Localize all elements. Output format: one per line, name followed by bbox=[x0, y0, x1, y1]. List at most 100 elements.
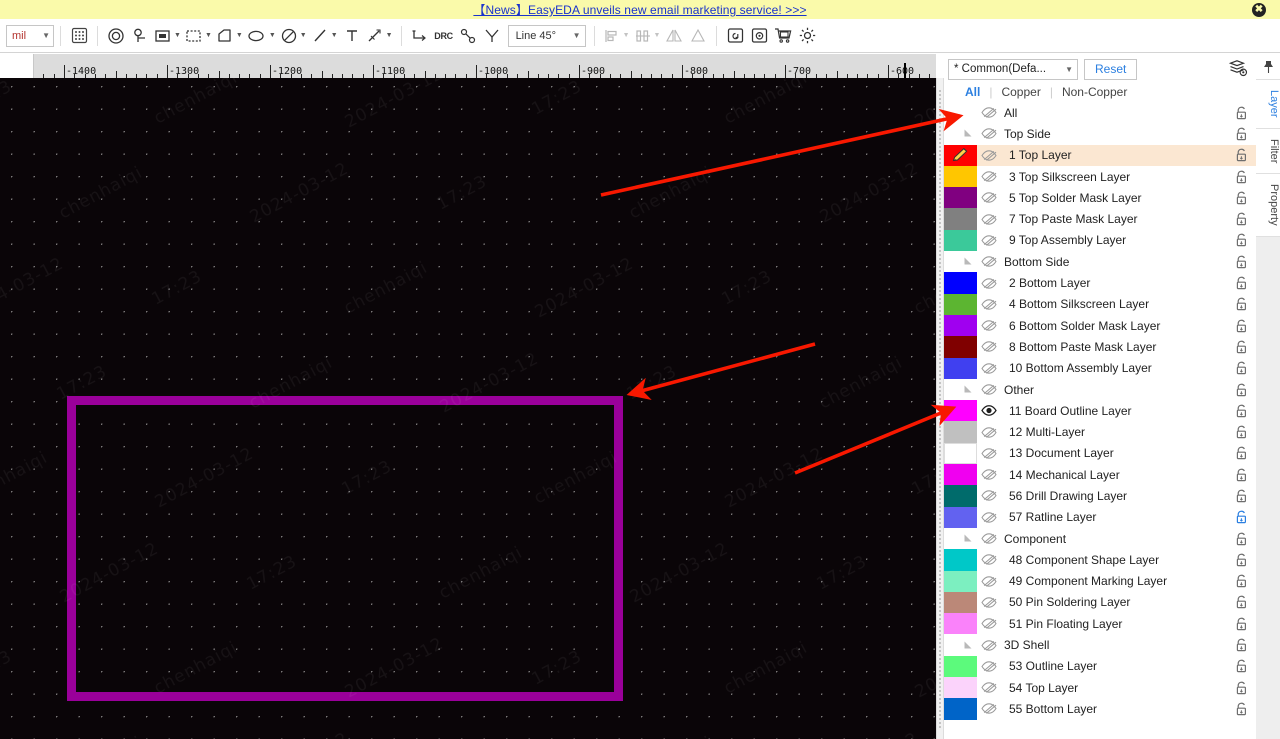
measure-icon[interactable] bbox=[456, 23, 480, 49]
expander-icon[interactable] bbox=[944, 251, 977, 272]
filter-tab-all[interactable]: All bbox=[956, 85, 989, 99]
dimension-icon[interactable]: ▼ bbox=[364, 23, 395, 49]
ellipse-icon[interactable]: ▼ bbox=[245, 23, 278, 49]
tab-layer[interactable]: Layer bbox=[1256, 80, 1280, 129]
expander-icon[interactable] bbox=[944, 634, 977, 655]
lock-open-icon[interactable] bbox=[1226, 701, 1256, 717]
layer-row-top-silkscreen-layer[interactable]: 3 Top Silkscreen Layer bbox=[944, 165, 1256, 188]
layer-row-ratline-layer[interactable]: 57 Ratline Layer bbox=[944, 506, 1256, 528]
eye-hidden-icon[interactable] bbox=[977, 170, 1001, 183]
layer-color-swatch[interactable] bbox=[944, 144, 977, 166]
layer-color-swatch[interactable] bbox=[944, 336, 977, 358]
lock-open-icon[interactable] bbox=[1226, 360, 1256, 376]
layer-row-component[interactable]: Component bbox=[944, 528, 1256, 549]
lock-open-icon[interactable] bbox=[1226, 403, 1256, 419]
lock-open-icon[interactable] bbox=[1226, 190, 1256, 206]
folder-save-icon[interactable] bbox=[747, 23, 771, 49]
eye-hidden-icon[interactable] bbox=[977, 702, 1001, 715]
flip-vertical-icon[interactable] bbox=[686, 23, 710, 49]
lock-open-icon[interactable] bbox=[1226, 467, 1256, 483]
layer-row-bottom-solder-mask-layer[interactable]: 6 Bottom Solder Mask Layer bbox=[944, 314, 1256, 337]
eye-hidden-icon[interactable] bbox=[977, 383, 1001, 396]
layer-color-swatch[interactable] bbox=[944, 591, 977, 614]
layer-row-other[interactable]: Other bbox=[944, 379, 1256, 400]
eye-hidden-icon[interactable] bbox=[977, 127, 1001, 140]
lock-open-icon[interactable] bbox=[1226, 658, 1256, 674]
flip-horizontal-icon[interactable] bbox=[662, 23, 686, 49]
line-mode-select[interactable]: Line 45° ▼ bbox=[507, 24, 586, 47]
eye-hidden-icon[interactable] bbox=[977, 489, 1001, 502]
layer-row-bottom-silkscreen-layer[interactable]: 4 Bottom Silkscreen Layer bbox=[944, 293, 1256, 315]
eye-hidden-icon[interactable] bbox=[977, 340, 1001, 353]
layer-row-all[interactable]: All bbox=[944, 102, 1256, 123]
board-outline-rect[interactable] bbox=[67, 396, 623, 701]
eye-hidden-icon[interactable] bbox=[977, 447, 1001, 460]
pin-icon[interactable] bbox=[1256, 54, 1280, 80]
layer-color-swatch[interactable] bbox=[944, 272, 977, 294]
hole-icon[interactable]: ▼ bbox=[278, 23, 309, 49]
layer-row-bottom-layer[interactable]: 2 Bottom Layer bbox=[944, 272, 1256, 294]
lock-open-icon[interactable] bbox=[1226, 318, 1256, 334]
eye-hidden-icon[interactable] bbox=[977, 596, 1001, 609]
lock-open-icon[interactable] bbox=[1226, 445, 1256, 461]
eye-hidden-icon[interactable] bbox=[977, 639, 1001, 652]
layer-row-board-outline-layer[interactable]: 11 Board Outline Layer bbox=[944, 400, 1256, 422]
layer-color-swatch[interactable] bbox=[944, 314, 977, 337]
horizontal-ruler[interactable]: -1400 -1300 -1200 -1100 -1000 -900 -800 -700 -60… bbox=[34, 54, 936, 78]
layer-row-top-solder-mask-layer[interactable]: 5 Top Solder Mask Layer bbox=[944, 187, 1256, 209]
lock-open-icon[interactable] bbox=[1226, 573, 1256, 589]
layer-color-swatch[interactable] bbox=[944, 698, 977, 720]
eye-hidden-icon[interactable] bbox=[977, 532, 1001, 545]
eye-hidden-icon[interactable] bbox=[977, 149, 1001, 162]
layer-row-pin-floating-layer[interactable]: 51 Pin Floating Layer bbox=[944, 613, 1256, 635]
layer-list[interactable]: All Top Side 1 Top Layer 3 Top Silkscreen L… bbox=[944, 102, 1256, 739]
angle-icon[interactable] bbox=[480, 23, 504, 49]
reset-button[interactable]: Reset bbox=[1084, 58, 1138, 80]
layer-stack-icon[interactable] bbox=[1228, 59, 1248, 80]
pcb-canvas[interactable]: chenhaiqi2024-03-1217:23chenhaiqi2024-03… bbox=[0, 78, 936, 739]
lock-open-icon[interactable] bbox=[1226, 169, 1256, 185]
eye-hidden-icon[interactable] bbox=[977, 277, 1001, 290]
via-icon[interactable] bbox=[104, 23, 128, 49]
layer-row-3d-shell[interactable]: 3D Shell bbox=[944, 634, 1256, 655]
eye-hidden-icon[interactable] bbox=[977, 553, 1001, 566]
lock-closed-icon[interactable] bbox=[1226, 509, 1256, 525]
distribute-icon[interactable]: ▼ bbox=[632, 23, 663, 49]
layer-color-swatch[interactable] bbox=[944, 506, 977, 528]
panel-splitter[interactable] bbox=[936, 78, 944, 739]
eye-hidden-icon[interactable] bbox=[977, 660, 1001, 673]
tab-property[interactable]: Property bbox=[1256, 173, 1280, 237]
expander-icon[interactable] bbox=[944, 379, 977, 400]
close-icon[interactable]: ✖ bbox=[1252, 2, 1266, 17]
layer-color-swatch[interactable] bbox=[944, 229, 977, 252]
eye-hidden-icon[interactable] bbox=[977, 511, 1001, 524]
layer-color-swatch[interactable] bbox=[944, 187, 977, 209]
gear-icon[interactable] bbox=[795, 23, 819, 49]
eye-hidden-icon[interactable] bbox=[977, 575, 1001, 588]
eye-hidden-icon[interactable] bbox=[977, 468, 1001, 481]
align-left-icon[interactable]: ▼ bbox=[601, 23, 632, 49]
cart-icon[interactable] bbox=[771, 23, 795, 49]
layer-color-swatch[interactable] bbox=[944, 442, 977, 465]
layer-row-outline-layer[interactable]: 53 Outline Layer bbox=[944, 655, 1256, 678]
layer-row-top-side[interactable]: Top Side bbox=[944, 123, 1256, 144]
layer-color-swatch[interactable] bbox=[944, 293, 977, 315]
tab-filter[interactable]: Filter bbox=[1256, 128, 1280, 174]
lock-open-icon[interactable] bbox=[1226, 531, 1256, 547]
eye-hidden-icon[interactable] bbox=[977, 362, 1001, 375]
eye-hidden-icon[interactable] bbox=[977, 681, 1001, 694]
filter-tab-copper[interactable]: Copper bbox=[992, 85, 1049, 99]
eye-hidden-icon[interactable] bbox=[977, 298, 1001, 311]
layer-row-multi-layer[interactable]: 12 Multi-Layer bbox=[944, 421, 1256, 443]
layer-row-bottom-side[interactable]: Bottom Side bbox=[944, 251, 1256, 272]
layer-row-top-assembly-layer[interactable]: 9 Top Assembly Layer bbox=[944, 229, 1256, 252]
lock-open-icon[interactable] bbox=[1226, 680, 1256, 696]
lock-open-icon[interactable] bbox=[1226, 296, 1256, 312]
solid-region-icon[interactable]: ▼ bbox=[183, 23, 214, 49]
lock-open-icon[interactable] bbox=[1226, 594, 1256, 610]
filter-tab-non-copper[interactable]: Non-Copper bbox=[1053, 85, 1136, 99]
layer-color-swatch[interactable] bbox=[944, 549, 977, 571]
layer-row-drill-drawing-layer[interactable]: 56 Drill Drawing Layer bbox=[944, 485, 1256, 507]
eye-hidden-icon[interactable] bbox=[977, 106, 1001, 119]
layer-row-bottom-paste-mask-layer[interactable]: 8 Bottom Paste Mask Layer bbox=[944, 336, 1256, 358]
